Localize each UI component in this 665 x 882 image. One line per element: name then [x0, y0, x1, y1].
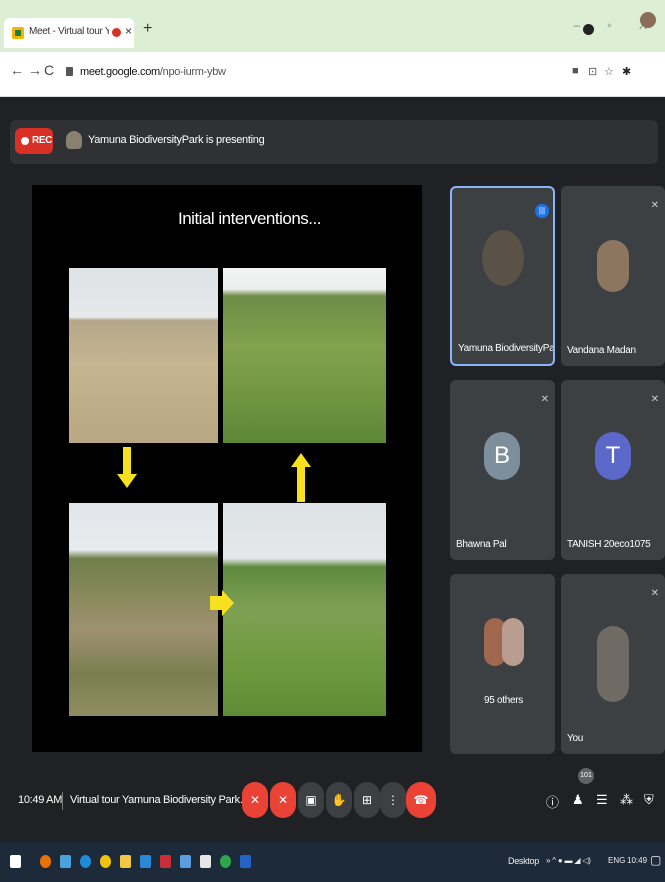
participant-name: Vandana Madan: [567, 345, 636, 356]
back-button[interactable]: ←: [10, 62, 24, 78]
slide-photo-barren-land: [69, 268, 218, 443]
presenting-text: Yamuna BiodiversityPark is presenting: [88, 134, 265, 146]
recording-indicator-icon: [112, 28, 121, 37]
participant-tile-tanish[interactable]: ✕ T TANISH 20eco1075: [561, 380, 665, 560]
meeting-time: 10:49 AM: [18, 794, 63, 806]
app-icon[interactable]: [180, 855, 191, 868]
slide-photo-eroded-land: [69, 503, 218, 716]
participant-tile-yamuna[interactable]: ||| Yamuna BiodiversityPark: [450, 186, 555, 366]
camera-off-icon: ✕: [277, 793, 289, 807]
language-indicator[interactable]: ENG: [608, 856, 625, 865]
taskbar-clock[interactable]: 10:49: [627, 856, 647, 865]
bookmark-star-icon[interactable]: ☆: [604, 65, 614, 78]
browser-tab-meet[interactable]: Meet - Virtual tour Yamuna I ×: [4, 18, 134, 48]
app-icon[interactable]: [240, 855, 251, 868]
mic-off-icon: ✕: [650, 394, 659, 405]
chrome-icon[interactable]: [220, 855, 231, 868]
mic-off-icon: ✕: [650, 588, 659, 599]
participant-name: TANISH 20eco1075: [567, 539, 651, 550]
presenter-avatar: [66, 131, 82, 149]
slide-photo-grassland: [223, 268, 386, 443]
participant-tile-bhawna[interactable]: ✕ B Bhawna Pal: [450, 380, 555, 560]
host-controls-icon[interactable]: ⛨: [644, 792, 654, 808]
participant-initial-avatar: T: [595, 432, 631, 480]
edge-icon[interactable]: [80, 855, 91, 868]
url-text: meet.google.com/npo-iurm-ybw: [80, 66, 226, 78]
participant-name: You: [567, 733, 583, 744]
camera-off-button[interactable]: ✕: [270, 782, 296, 818]
lock-icon: [66, 67, 73, 76]
chat-icon[interactable]: ☰: [596, 792, 608, 808]
firefox-icon[interactable]: [40, 855, 51, 868]
mic-off-icon: ✕: [249, 793, 261, 807]
extensions-puzzle-icon[interactable]: ✱: [622, 65, 631, 78]
address-bar[interactable]: meet.google.com/npo-iurm-ybw: [58, 60, 558, 86]
record-dot-icon: [21, 137, 29, 145]
desktop-toolbar-label[interactable]: Desktop: [508, 856, 539, 866]
forward-button[interactable]: →: [28, 62, 42, 78]
speaking-indicator-icon: |||: [535, 204, 549, 218]
other-avatar: [502, 618, 524, 666]
participant-name: Bhawna Pal: [456, 539, 507, 550]
phone-hangup-icon: ☎: [413, 793, 429, 807]
meeting-title: Virtual tour Yamuna Biodiversity Park...: [70, 794, 249, 806]
system-tray-icons[interactable]: » ^ ● ▬ ◢ ◁): [546, 856, 591, 865]
participant-initial-avatar: B: [484, 432, 520, 480]
mic-off-button[interactable]: ✕: [242, 782, 268, 818]
participant-tile-others[interactable]: 95 others: [450, 574, 555, 754]
app-icon[interactable]: [140, 855, 151, 868]
divider: [62, 792, 63, 810]
mic-off-icon: ✕: [540, 394, 549, 405]
hand-icon: ✋: [331, 793, 347, 807]
people-icon[interactable]: ♟: [572, 792, 584, 808]
notifications-icon[interactable]: ▢: [650, 853, 661, 867]
participant-count-badge: 101: [578, 768, 594, 784]
meet-favicon-icon: [12, 27, 24, 39]
present-icon: ⊞: [361, 793, 373, 807]
slide-title: Initial interventions...: [178, 209, 321, 228]
recording-badge[interactable]: REC: [15, 128, 53, 154]
store-icon[interactable]: [60, 855, 71, 868]
browser-toolbar: ← → C meet.google.com/npo-iurm-ybw ■ ⊡ ☆…: [0, 52, 665, 97]
tab-title: Meet - Virtual tour Yamuna I: [29, 26, 109, 37]
reload-button[interactable]: C: [44, 62, 54, 78]
more-options-button[interactable]: ⋮: [380, 782, 406, 818]
more-vert-icon: ⋮: [387, 793, 399, 807]
windows-start-icon[interactable]: [10, 855, 21, 868]
app-icon[interactable]: [200, 855, 211, 868]
rec-label: REC: [32, 135, 53, 146]
participant-avatar: [482, 230, 524, 286]
activities-icon[interactable]: ⁂: [620, 792, 633, 808]
participant-tile-vandana[interactable]: ✕ Vandana Madan: [561, 186, 665, 366]
meeting-info-icon[interactable]: ⓘ: [546, 792, 559, 811]
end-call-button[interactable]: ☎: [406, 782, 436, 818]
participant-tile-you[interactable]: ✕ You: [561, 574, 665, 754]
present-button[interactable]: ⊞: [354, 782, 380, 818]
cast-icon[interactable]: ■: [572, 65, 579, 77]
captions-icon: ▣: [305, 793, 317, 807]
participant-name: Yamuna BiodiversityPark: [458, 343, 555, 354]
captions-button[interactable]: ▣: [298, 782, 324, 818]
chrome-icon[interactable]: [100, 855, 111, 868]
others-count: 95 others: [484, 695, 523, 706]
tab-close-icon[interactable]: ×: [125, 24, 132, 38]
folder-icon[interactable]: [120, 855, 131, 868]
app-icon[interactable]: [160, 855, 171, 868]
profile-avatar[interactable]: [640, 12, 656, 28]
participant-avatar: [597, 626, 629, 702]
mic-off-icon: ✕: [650, 200, 659, 211]
raise-hand-button[interactable]: ✋: [326, 782, 352, 818]
slide-photo-restored-land: [223, 503, 386, 716]
install-icon[interactable]: ⊡: [588, 65, 597, 78]
new-tab-button[interactable]: +: [143, 20, 152, 38]
participant-avatar: [597, 240, 629, 292]
